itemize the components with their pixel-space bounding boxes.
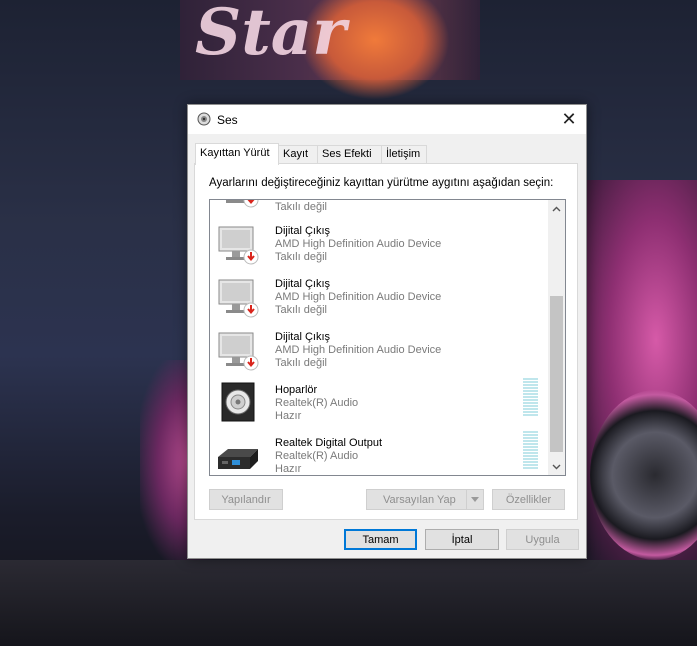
monitor-disconnected-icon bbox=[218, 226, 259, 265]
speaker-icon bbox=[221, 382, 255, 422]
device-status: Hazır bbox=[275, 463, 302, 475]
chevron-down-icon bbox=[471, 497, 479, 502]
wallpaper-logo: Star bbox=[195, 0, 346, 70]
monitor-disconnected-icon bbox=[218, 332, 259, 371]
sound-dialog: Ses ✕ Kayıttan Yürüt Kayıt Ses Efekti İl… bbox=[187, 104, 587, 559]
set-default-dropdown[interactable] bbox=[466, 490, 483, 509]
scroll-up-button[interactable] bbox=[548, 200, 565, 217]
volume-level-meter bbox=[523, 431, 538, 470]
device-status: Takılı değil bbox=[275, 357, 327, 369]
close-button[interactable]: ✕ bbox=[552, 105, 586, 134]
device-item[interactable]: Realtek Digital Output Realtek(R) Audio … bbox=[210, 431, 550, 475]
device-item[interactable]: Takılı değil bbox=[210, 200, 550, 216]
speaker-title-icon bbox=[197, 112, 211, 126]
device-name: Dijital Çıkış bbox=[275, 331, 331, 343]
device-item[interactable]: Dijital Çıkış AMD High Definition Audio … bbox=[210, 225, 550, 278]
device-name: Realtek Digital Output bbox=[275, 437, 382, 449]
tab-playback[interactable]: Kayıttan Yürüt bbox=[195, 143, 279, 165]
window-title: Ses bbox=[217, 113, 238, 127]
set-default-label: Varsayılan Yap bbox=[383, 493, 456, 506]
device-item[interactable]: Dijital Çıkış AMD High Definition Audio … bbox=[210, 331, 550, 384]
chevron-down-icon bbox=[552, 464, 561, 469]
device-list[interactable]: Takılı değil Dijital Çıkış AMD High Defi… bbox=[209, 199, 566, 476]
device-item[interactable]: Hoparlör Realtek(R) Audio Hazır bbox=[210, 378, 550, 437]
device-description: AMD High Definition Audio Device bbox=[275, 238, 442, 250]
device-description: Realtek(R) Audio bbox=[275, 450, 359, 462]
chevron-up-icon bbox=[552, 206, 561, 211]
device-description: Realtek(R) Audio bbox=[275, 397, 359, 409]
device-list-scrollbar[interactable] bbox=[548, 200, 565, 475]
set-default-button[interactable]: Varsayılan Yap bbox=[366, 489, 484, 510]
playback-panel: Ayarlarını değiştireceğiniz kayıttan yür… bbox=[194, 163, 578, 520]
scroll-thumb[interactable] bbox=[550, 296, 563, 452]
device-item[interactable]: Dijital Çıkış AMD High Definition Audio … bbox=[210, 278, 550, 331]
configure-button[interactable]: Yapılandır bbox=[209, 489, 283, 510]
device-description: AMD High Definition Audio Device bbox=[275, 344, 442, 356]
tab-communications[interactable]: İletişim bbox=[381, 145, 427, 163]
device-status: Takılı değil bbox=[275, 304, 327, 316]
scroll-down-button[interactable] bbox=[548, 458, 565, 475]
cancel-button[interactable]: İptal bbox=[425, 529, 499, 550]
monitor-disconnected-icon bbox=[218, 279, 259, 318]
tab-sounds[interactable]: Ses Efekti bbox=[317, 145, 382, 163]
title-bar[interactable]: Ses ✕ bbox=[188, 105, 586, 134]
device-name: Dijital Çıkış bbox=[275, 278, 331, 290]
device-name: Hoparlör bbox=[275, 384, 318, 396]
instruction-text: Ayarlarını değiştireceğiniz kayıttan yür… bbox=[209, 177, 554, 189]
monitor-disconnected-icon bbox=[226, 200, 259, 208]
device-status: Takılı değil bbox=[275, 251, 327, 263]
volume-level-meter bbox=[523, 378, 538, 417]
properties-button[interactable]: Özellikler bbox=[492, 489, 565, 510]
wallpaper-road bbox=[0, 560, 697, 646]
digital-output-icon bbox=[218, 449, 258, 469]
device-name: Dijital Çıkış bbox=[275, 225, 331, 237]
apply-button[interactable]: Uygula bbox=[506, 529, 579, 550]
tab-recording[interactable]: Kayıt bbox=[278, 145, 318, 163]
device-status: Takılı değil bbox=[275, 201, 327, 213]
device-description: AMD High Definition Audio Device bbox=[275, 291, 442, 303]
ok-button[interactable]: Tamam bbox=[344, 529, 417, 550]
device-status: Hazır bbox=[275, 410, 302, 422]
